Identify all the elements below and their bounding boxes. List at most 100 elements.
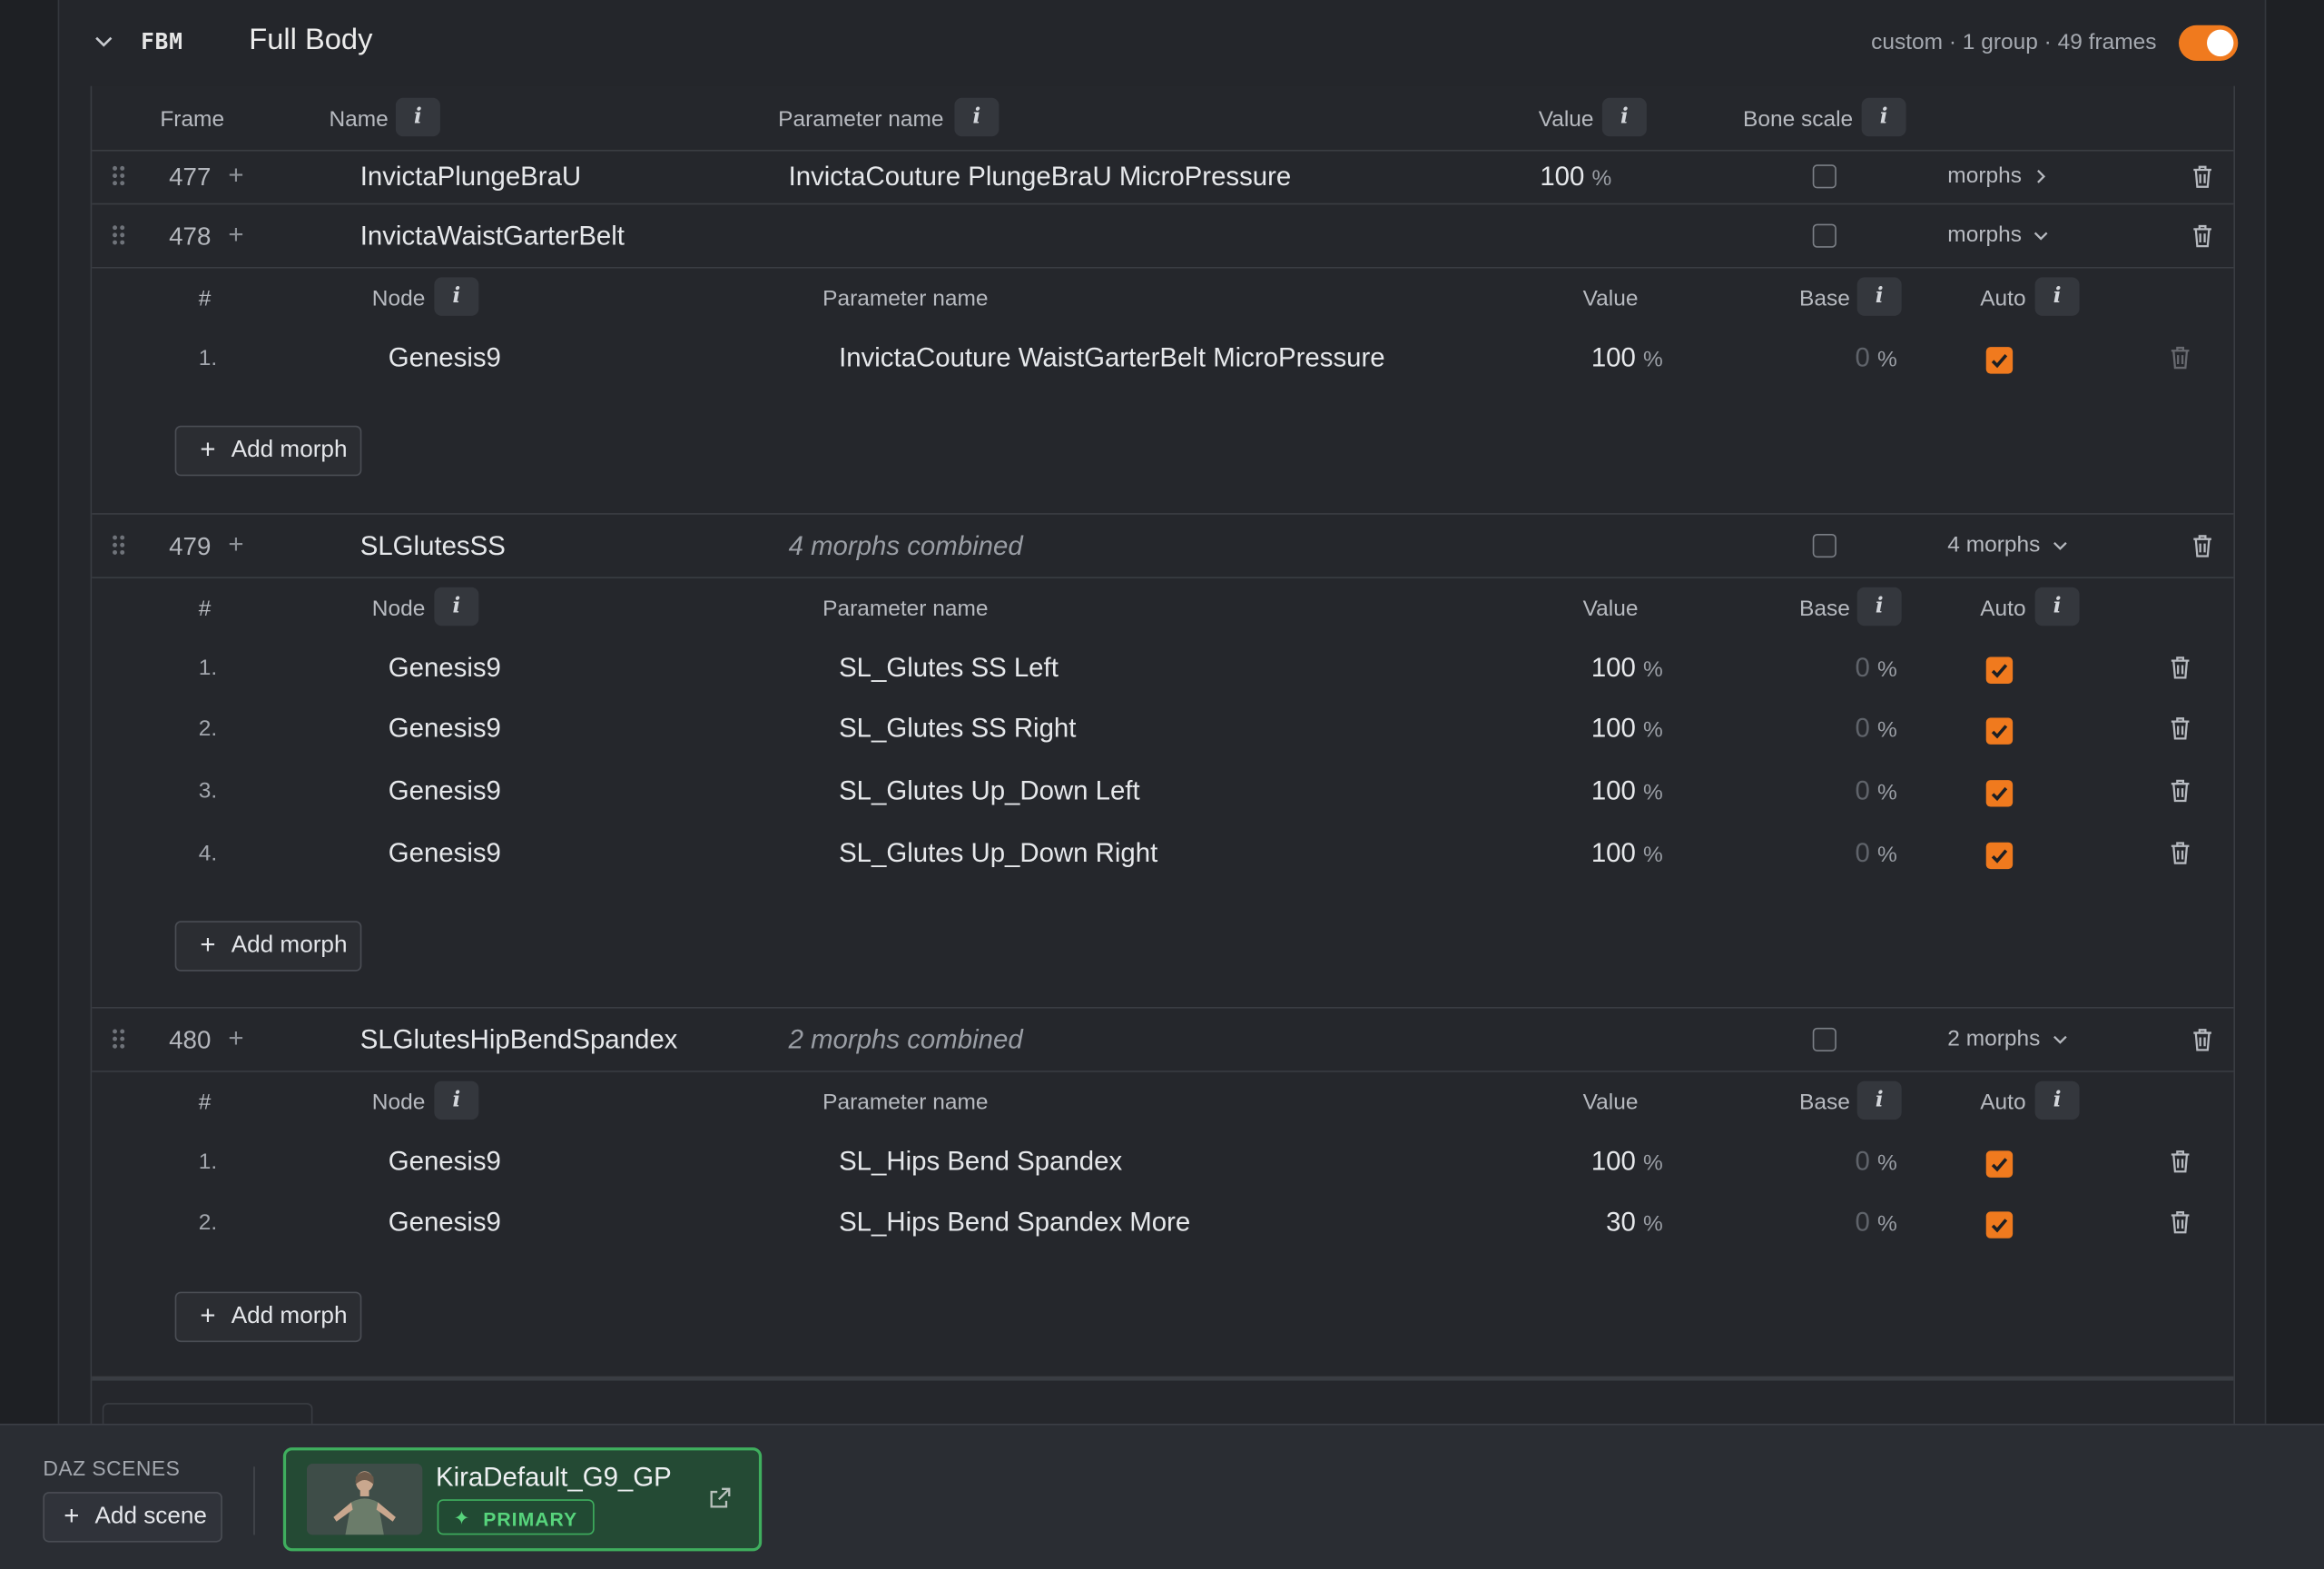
auto-checkbox[interactable] [1985,1150,2014,1178]
frame-name[interactable]: SLGlutesHipBendSpandex [360,1025,678,1056]
info-icon[interactable]: i [2034,587,2080,627]
info-icon[interactable]: i [1861,97,1906,137]
bone-scale-checkbox[interactable] [1812,164,1837,189]
add-morph-button[interactable]: + Add morph [174,921,362,972]
scene-card[interactable]: KiraDefault_G9_GP ✦ PRIMARY [282,1447,763,1552]
info-icon[interactable]: i [1856,277,1902,316]
auto-checkbox[interactable] [1985,842,2014,870]
frame-row[interactable]: 478 + InvictaWaistGarterBelt morphs [92,204,2234,269]
info-icon[interactable]: i [2034,1081,2080,1120]
info-icon[interactable]: i [1856,1081,1902,1120]
frame-row[interactable]: 480 + SLGlutesHipBendSpandex 2 morphs co… [92,1009,2234,1072]
external-link-icon[interactable] [708,1486,732,1510]
info-icon[interactable]: i [434,277,479,316]
morphs-toggle[interactable]: 4 morphs [1947,532,2066,558]
morph-parameter[interactable]: InvictaCouture WaistGarterBelt MicroPres… [839,342,1385,373]
morph-parameter[interactable]: SL_Glutes Up_Down Right [839,838,1157,869]
morphs-toggle[interactable]: morphs [1947,163,2048,188]
trash-icon[interactable] [2192,1028,2213,1051]
morph-node[interactable]: Genesis9 [389,838,501,869]
morph-parameter[interactable]: SL_Glutes SS Right [839,714,1076,745]
morph-node[interactable]: Genesis9 [389,1207,501,1238]
morph-parameter[interactable]: SL_Hips Bend Spandex [839,1147,1122,1178]
drag-handle-icon[interactable] [113,535,125,557]
drag-handle-icon[interactable] [113,1029,125,1050]
info-icon[interactable]: i [1601,97,1647,137]
auto-checkbox[interactable] [1985,1211,2014,1238]
morph-value[interactable]: 100% [1574,714,1663,745]
chevron-down-icon[interactable] [94,33,113,51]
section-enabled-toggle[interactable] [2178,25,2239,61]
info-icon[interactable]: i [954,97,1000,137]
info-icon[interactable]: i [434,587,479,627]
morph-base[interactable]: 0% [1811,714,1896,745]
morph-node[interactable]: Genesis9 [389,1147,501,1178]
trash-icon[interactable] [2170,778,2191,803]
add-frame-button[interactable] [102,1403,313,1424]
trash-icon[interactable] [2192,164,2213,188]
add-morph-button[interactable]: + Add morph [174,1291,362,1343]
info-icon[interactable]: i [434,1081,479,1120]
trash-icon[interactable] [2170,716,2191,740]
trash-icon[interactable] [2170,346,2191,370]
trash-icon[interactable] [2170,841,2191,864]
morph-row[interactable]: 1. Genesis9 InvictaCouture WaistGarterBe… [92,328,2233,389]
bone-scale-checkbox[interactable] [1812,223,1837,248]
morph-value[interactable]: 30% [1574,1207,1663,1238]
add-frame-icon[interactable]: + [228,160,243,191]
morph-base[interactable]: 0% [1811,653,1896,684]
trash-icon[interactable] [2170,1210,2191,1234]
add-frame-icon[interactable]: + [228,529,243,560]
morph-base[interactable]: 0% [1811,342,1896,373]
add-frame-icon[interactable]: + [228,1023,243,1054]
trash-icon[interactable] [2170,1150,2191,1173]
morph-value[interactable]: 100% [1574,1147,1663,1178]
add-frame-icon[interactable]: + [228,220,243,251]
trash-icon[interactable] [2170,656,2191,679]
morphs-toggle[interactable]: morphs [1947,222,2048,248]
frame-row[interactable]: 479 + SLGlutesSS 4 morphs combined 4 mor… [92,515,2234,578]
morph-node[interactable]: Genesis9 [389,342,501,373]
morph-base[interactable]: 0% [1811,1147,1896,1178]
frame-parameter[interactable]: InvictaCouture PlungeBraU MicroPressure [789,162,1292,192]
frame-name[interactable]: InvictaWaistGarterBelt [360,221,625,252]
frame-value[interactable]: 100% [1540,162,1611,192]
frame-name[interactable]: SLGlutesSS [360,531,506,562]
morph-row[interactable]: 1. Genesis9 SL_Hips Bend Spandex 100% 0% [92,1131,2233,1192]
auto-checkbox[interactable] [1985,347,2014,374]
bone-scale-checkbox[interactable] [1812,533,1837,558]
morph-node[interactable]: Genesis9 [389,714,501,745]
info-icon[interactable]: i [395,97,440,137]
morph-row[interactable]: 1. Genesis9 SL_Glutes SS Left 100% 0% [92,637,2233,698]
morph-value[interactable]: 100% [1574,342,1663,373]
frame-row[interactable]: 477 + InvictaPlungeBraU InvictaCouture P… [92,152,2234,205]
morph-row[interactable]: 3. Genesis9 SL_Glutes Up_Down Left 100% … [92,761,2233,822]
morph-value[interactable]: 100% [1574,775,1663,806]
info-icon[interactable]: i [2034,277,2080,316]
morph-row[interactable]: 2. Genesis9 SL_Glutes SS Right 100% 0% [92,698,2233,759]
auto-checkbox[interactable] [1985,656,2014,684]
trash-icon[interactable] [2192,534,2213,558]
morph-parameter[interactable]: SL_Hips Bend Spandex More [839,1207,1190,1238]
auto-checkbox[interactable] [1985,780,2014,807]
bone-scale-checkbox[interactable] [1812,1027,1837,1051]
add-morph-button[interactable]: + Add morph [174,425,362,477]
morph-base[interactable]: 0% [1811,1207,1896,1238]
morph-parameter[interactable]: SL_Glutes Up_Down Left [839,775,1140,806]
morph-row[interactable]: 4. Genesis9 SL_Glutes Up_Down Right 100%… [92,823,2233,883]
morph-row[interactable]: 2. Genesis9 SL_Hips Bend Spandex More 30… [92,1192,2233,1253]
info-icon[interactable]: i [1856,587,1902,627]
drag-handle-icon[interactable] [113,225,125,246]
morph-value[interactable]: 100% [1574,838,1663,869]
morph-base[interactable]: 0% [1811,775,1896,806]
frame-name[interactable]: InvictaPlungeBraU [360,162,581,192]
auto-checkbox[interactable] [1985,717,2014,745]
trash-icon[interactable] [2192,224,2213,248]
morph-node[interactable]: Genesis9 [389,653,501,684]
morph-node[interactable]: Genesis9 [389,775,501,806]
drag-handle-icon[interactable] [113,165,125,187]
morph-base[interactable]: 0% [1811,838,1896,869]
section-header[interactable]: FBM Full Body custom · 1 group · 49 fram… [59,0,2268,86]
add-scene-button[interactable]: + Add scene [43,1492,222,1543]
morph-value[interactable]: 100% [1574,653,1663,684]
